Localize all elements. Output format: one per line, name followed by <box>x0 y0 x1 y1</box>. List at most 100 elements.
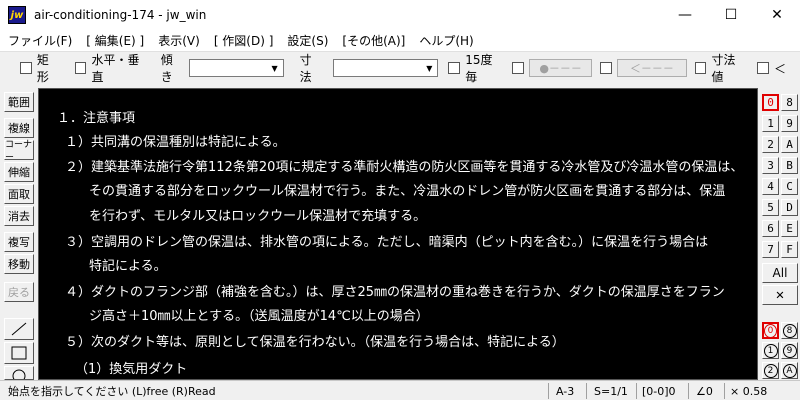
menu-view[interactable]: 表示(V) <box>158 32 200 49</box>
note-line: ５）次のダクト等は、原則として保温を行わない。（保温を行う場合は、特記による） <box>65 335 565 350</box>
layer-button-9[interactable]: 9 <box>781 115 798 132</box>
heading-text: １．注意事項 <box>57 111 136 126</box>
left-tool-panel: 範囲 複線 コーナー 伸縮 面取 消去 複写 移動 戻る <box>0 90 36 380</box>
note-line: ４）ダクトのフランジ部（補強を含む。）は、厚さ25㎜の保温材の重ね巻きを行うか、… <box>65 285 725 300</box>
tool-range-button[interactable]: 範囲 <box>4 92 34 112</box>
layer-button-F[interactable]: F <box>781 241 798 258</box>
layer-button-6[interactable]: 6 <box>762 220 779 237</box>
paper-size[interactable]: A-3 <box>556 383 574 399</box>
group-button-0[interactable]: 0 <box>762 322 779 339</box>
layer-button-A[interactable]: A <box>781 136 798 153</box>
layer-button-8[interactable]: 8 <box>781 94 798 111</box>
status-bar: 始点を指示してください (L)free (R)Read A-3 S=1/1 [0… <box>0 380 800 400</box>
tool-offset-button[interactable]: 複線 <box>4 118 34 138</box>
tool-stretch-button[interactable]: 伸縮 <box>4 162 34 182</box>
layer-button-B[interactable]: B <box>781 157 798 174</box>
note-line: を行わず、モルタル又はロックウール保温材で充填する。 <box>89 209 427 224</box>
chevron-down-icon[interactable]: ▼ <box>421 60 437 76</box>
window-title: air-conditioning-174 - jw_win <box>34 8 207 22</box>
group-button-8[interactable]: 8 <box>781 322 798 339</box>
menu-draw[interactable]: [ 作図(D) ] <box>214 32 274 49</box>
minimize-button[interactable]: — <box>662 0 708 30</box>
note-line: ３）空調用のドレン管の保温は、排水管の項による。ただし、暗渠内（ピット内を含む。… <box>65 235 709 250</box>
hv-option[interactable]: 水平・垂直 <box>74 51 155 85</box>
rect-checkbox[interactable] <box>20 62 32 74</box>
chevron-down-icon[interactable]: ▼ <box>267 60 283 76</box>
note-line: ２）建築基準法施行令第112条第20項に規定する準耐火構造の防火区画等を貫通する… <box>65 160 744 175</box>
arrow-line-button[interactable]: ＜－－－ <box>617 59 687 77</box>
dim-label: 寸法 <box>299 53 312 84</box>
layer-button-5[interactable]: 5 <box>762 199 779 216</box>
menu-help[interactable]: ヘルプ(H) <box>419 32 473 49</box>
layer-button-C[interactable]: C <box>781 178 798 195</box>
zoom-factor[interactable]: × 0.58 <box>730 383 767 399</box>
menu-bar: ファイル(F) [ 編集(E) ] 表示(V) [ 作図(D) ] 設定(S) … <box>0 30 800 52</box>
dot-line-button[interactable]: ●－－－ <box>528 59 593 77</box>
deg15-checkbox[interactable] <box>448 62 461 74</box>
tilt-combo[interactable]: ▼ <box>188 59 284 77</box>
lt-label: ＜ <box>774 61 787 76</box>
layer-button-2[interactable]: 2 <box>762 136 779 153</box>
rectangle-icon <box>11 346 27 360</box>
group-button-1[interactable]: 1 <box>762 342 779 359</box>
menu-other[interactable]: [その他(A)] <box>342 32 405 49</box>
rect-tool-button[interactable] <box>4 342 34 364</box>
lt-checkbox[interactable] <box>757 62 770 74</box>
tool-chamfer-button[interactable]: 面取 <box>4 184 34 204</box>
hv-checkbox[interactable] <box>74 62 87 74</box>
layer-button-E[interactable]: E <box>781 220 798 237</box>
drawing-canvas[interactable]: １．注意事項 １）共同溝の保温種別は特記による。 ２）建築基準法施行令第112条… <box>38 88 758 380</box>
layer-button-1[interactable]: 1 <box>762 115 779 132</box>
tool-undo-button[interactable]: 戻る <box>4 282 34 302</box>
dim-combo[interactable]: ▼ <box>333 59 439 77</box>
layer-all-button[interactable]: All <box>762 263 798 283</box>
note-line: １）共同溝の保温種別は特記による。 <box>65 135 286 150</box>
tool-corner-button[interactable]: コーナー <box>4 140 34 163</box>
menu-edit[interactable]: [ 編集(E) ] <box>86 32 144 49</box>
menu-settings[interactable]: 設定(S) <box>287 32 328 49</box>
scale-indicator[interactable]: S=1/1 <box>594 383 628 399</box>
deg15-option[interactable]: 15度毎 <box>448 51 508 85</box>
close-button[interactable]: ✕ <box>754 0 800 30</box>
note-line: （1）換気用ダクト <box>75 362 188 377</box>
lt-option[interactable]: ＜ <box>757 60 790 77</box>
deg15-label: 15度毎 <box>465 53 493 84</box>
group-button-A[interactable]: A <box>781 362 798 379</box>
dimval-checkbox[interactable] <box>694 62 707 74</box>
line-icon <box>11 322 27 336</box>
line-tool-button[interactable] <box>4 318 34 340</box>
note-line: 特記による。 <box>89 259 167 274</box>
layer-x-button[interactable]: ✕ <box>762 285 798 305</box>
tool-copy-button[interactable]: 複写 <box>4 232 34 252</box>
dot-line-checkbox[interactable] <box>512 62 524 74</box>
title-bar: jw air-conditioning-174 - jw_win — ☐ ✕ <box>0 0 800 30</box>
tilt-label: 傾き <box>160 53 173 84</box>
tool-options-bar: 矩形 水平・垂直 傾き ▼ 寸法 ▼ 15度毎 ●－－－ ＜－－－ 寸法値 ＜ <box>0 53 800 84</box>
maximize-button[interactable]: ☐ <box>708 0 754 30</box>
layer-button-7[interactable]: 7 <box>762 241 779 258</box>
arrow-line-checkbox[interactable] <box>600 62 613 74</box>
angle-indicator[interactable]: ∠0 <box>696 383 713 399</box>
layer-indicator[interactable]: [0-0]0 <box>642 383 676 399</box>
tool-move-button[interactable]: 移動 <box>4 254 34 274</box>
dimval-label: 寸法値 <box>711 53 736 84</box>
group-button-9[interactable]: 9 <box>781 342 798 359</box>
dimval-option[interactable]: 寸法値 <box>694 51 751 85</box>
note-line: ジ高さ＋10㎜以上とする。（送風温度が14℃以上の場合） <box>89 309 429 324</box>
layer-panel: 0 8 1 9 2 A 3 B 4 C 5 D 6 E 7 F All ✕ 0 … <box>760 88 800 380</box>
circle-icon <box>12 369 26 379</box>
layer-button-D[interactable]: D <box>781 199 798 216</box>
group-button-2[interactable]: 2 <box>762 362 779 379</box>
tool-erase-button[interactable]: 消去 <box>4 206 34 226</box>
layer-button-3[interactable]: 3 <box>762 157 779 174</box>
note-line: その貫通する部分をロックウール保温材で行う。また、冷温水のドレン管が防火区画を貫… <box>89 184 726 199</box>
menu-file[interactable]: ファイル(F) <box>8 32 72 49</box>
rect-option[interactable]: 矩形 <box>20 51 65 85</box>
circle-tool-button[interactable] <box>4 366 34 380</box>
hv-label: 水平・垂直 <box>91 53 140 84</box>
status-prompt: 始点を指示してください (L)free (R)Read <box>8 385 216 398</box>
layer-button-4[interactable]: 4 <box>762 178 779 195</box>
app-icon: jw <box>8 6 26 24</box>
rect-label: 矩形 <box>36 53 49 84</box>
layer-button-0[interactable]: 0 <box>762 94 779 111</box>
